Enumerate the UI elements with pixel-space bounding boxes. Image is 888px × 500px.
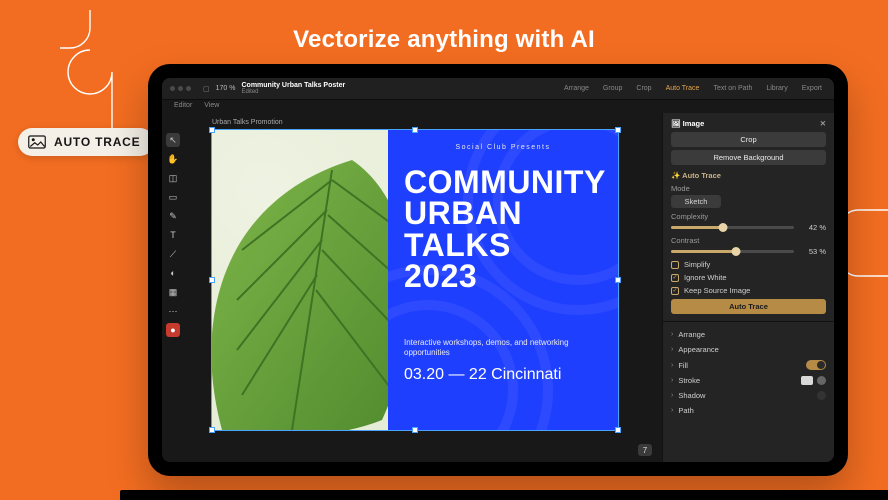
contrast-slider[interactable] bbox=[671, 250, 794, 253]
menu-view[interactable]: View bbox=[204, 102, 219, 109]
path-section[interactable]: ›Path bbox=[671, 405, 826, 416]
tool-text[interactable]: T bbox=[166, 228, 180, 242]
chevron-right-icon: › bbox=[671, 362, 673, 369]
chevron-right-icon: › bbox=[671, 377, 673, 384]
laptop-frame: ▢ 170 % Community Urban Talks Poster Edi… bbox=[148, 64, 848, 476]
poster-title: COMMUNITY URBAN TALKS 2023 bbox=[404, 167, 602, 292]
poster-text-panel: Social Club Presents COMMUNITY URBAN TAL… bbox=[388, 130, 618, 430]
selection-handle[interactable] bbox=[412, 427, 418, 433]
complexity-label: Complexity bbox=[671, 212, 826, 221]
shadow-row[interactable]: ›Shadow bbox=[671, 390, 826, 401]
poster-kicker: Social Club Presents bbox=[404, 144, 602, 151]
tool-shape[interactable]: ▭ bbox=[166, 190, 180, 204]
chevron-right-icon: › bbox=[671, 346, 673, 353]
mode-select[interactable]: Sketch bbox=[671, 195, 721, 208]
window-controls[interactable] bbox=[170, 86, 191, 91]
auto-trace-run-button[interactable]: Auto Trace bbox=[671, 299, 826, 314]
topbar-library[interactable]: Library bbox=[762, 85, 791, 92]
auto-trace-pill: AUTO TRACE bbox=[18, 128, 154, 156]
selection-handle[interactable] bbox=[209, 277, 215, 283]
inspector-title: 🖼 Image bbox=[671, 119, 704, 128]
artboard-name: Urban Talks Promotion bbox=[212, 119, 658, 126]
page-indicator[interactable]: 7 bbox=[638, 444, 652, 456]
artboard[interactable]: Social Club Presents COMMUNITY URBAN TAL… bbox=[212, 130, 618, 430]
stroke-row[interactable]: ›Stroke bbox=[671, 375, 826, 386]
chevron-right-icon: › bbox=[671, 407, 673, 414]
selection-handle[interactable] bbox=[615, 427, 621, 433]
arrange-section[interactable]: ›Arrange bbox=[671, 329, 826, 340]
crop-button[interactable]: Crop bbox=[671, 132, 826, 147]
ignore-white-label: Ignore White bbox=[684, 273, 727, 282]
canvas-area[interactable]: Urban Talks Promotion bbox=[184, 113, 662, 462]
document-status: Edited bbox=[241, 89, 345, 95]
fill-row[interactable]: ›Fill bbox=[671, 359, 826, 371]
workarea: ↖ ✋ ◫ ▭ ✎ T ⟋ ◐ ▦ ⋯ ● Urban Talks Promotion bbox=[162, 113, 834, 462]
tool-more[interactable]: ⋯ bbox=[166, 304, 180, 318]
selection-handle[interactable] bbox=[209, 427, 215, 433]
tool-eyedrop[interactable]: ◐ bbox=[166, 266, 180, 280]
topbar-text-on-path[interactable]: Text on Path bbox=[709, 85, 756, 92]
laptop-base bbox=[120, 490, 888, 500]
chevron-right-icon: › bbox=[671, 331, 673, 338]
inspector-panel: 🖼 Image ✕ Crop Remove Background ✨ Auto … bbox=[662, 113, 834, 462]
topbar-group[interactable]: Group bbox=[599, 85, 626, 92]
auto-trace-pill-label: AUTO TRACE bbox=[54, 135, 140, 149]
document-title: Community Urban Talks Poster bbox=[241, 82, 345, 89]
complexity-value: 42 % bbox=[800, 223, 826, 232]
tool-frame[interactable]: ▦ bbox=[166, 285, 180, 299]
tool-crop[interactable]: ◫ bbox=[166, 171, 180, 185]
tool-pen[interactable]: ✎ bbox=[166, 209, 180, 223]
topbar-arrange[interactable]: Arrange bbox=[560, 85, 593, 92]
menu-editor[interactable]: Editor bbox=[174, 102, 192, 109]
keep-source-label: Keep Source Image bbox=[684, 286, 750, 295]
tool-line[interactable]: ⟋ bbox=[166, 247, 180, 261]
ignore-white-checkbox[interactable]: ✓Ignore White bbox=[671, 273, 826, 282]
poster-title-line1: COMMUNITY bbox=[404, 167, 602, 198]
tool-strip: ↖ ✋ ◫ ▭ ✎ T ⟋ ◐ ▦ ⋯ ● bbox=[162, 113, 184, 462]
app-screen: ▢ 170 % Community Urban Talks Poster Edi… bbox=[162, 78, 834, 462]
topbar-crop[interactable]: Crop bbox=[632, 85, 655, 92]
tool-hand[interactable]: ✋ bbox=[166, 152, 180, 166]
keep-source-checkbox[interactable]: ✓Keep Source Image bbox=[671, 286, 826, 295]
poster-title-line3: 2023 bbox=[404, 261, 602, 292]
menubar: Editor View bbox=[162, 100, 834, 113]
selection-handle[interactable] bbox=[615, 277, 621, 283]
selection-handle[interactable] bbox=[209, 127, 215, 133]
poster-title-line2: URBAN TALKS bbox=[404, 198, 602, 261]
fill-toggle[interactable] bbox=[806, 360, 826, 370]
chevron-right-icon: › bbox=[671, 392, 673, 399]
simplify-checkbox[interactable]: Simplify bbox=[671, 260, 826, 269]
poster-leaf-image bbox=[212, 130, 388, 430]
topbar-auto-trace[interactable]: Auto Trace bbox=[662, 85, 704, 92]
square-icon[interactable]: ▢ bbox=[203, 85, 210, 93]
hero-title: Vectorize anything with AI bbox=[0, 26, 888, 54]
mode-label: Mode bbox=[671, 184, 826, 193]
tool-pointer[interactable]: ↖ bbox=[166, 133, 180, 147]
complexity-slider[interactable] bbox=[671, 226, 794, 229]
close-icon[interactable]: ✕ bbox=[820, 119, 826, 128]
topbar-export[interactable]: Export bbox=[798, 85, 826, 92]
zoom-level[interactable]: 170 % bbox=[216, 85, 236, 92]
poster-dates: 03.20 — 22 Cincinnati bbox=[404, 366, 602, 384]
leaf-icon bbox=[212, 140, 388, 430]
tool-record[interactable]: ● bbox=[166, 323, 180, 337]
window-topbar: ▢ 170 % Community Urban Talks Poster Edi… bbox=[162, 78, 834, 100]
appearance-section[interactable]: ›Appearance bbox=[671, 344, 826, 355]
stroke-options-icon[interactable] bbox=[817, 376, 826, 385]
remove-background-button[interactable]: Remove Background bbox=[671, 150, 826, 165]
selection-handle[interactable] bbox=[412, 127, 418, 133]
poster-subcopy: Interactive workshops, demos, and networ… bbox=[404, 338, 602, 357]
contrast-value: 53 % bbox=[800, 247, 826, 256]
image-icon bbox=[28, 135, 46, 149]
contrast-label: Contrast bbox=[671, 236, 826, 245]
stroke-swatch[interactable] bbox=[801, 376, 813, 385]
selection-handle[interactable] bbox=[615, 127, 621, 133]
shadow-options-icon[interactable] bbox=[817, 391, 826, 400]
auto-trace-section-label: ✨ Auto Trace bbox=[671, 171, 826, 180]
simplify-label: Simplify bbox=[684, 260, 710, 269]
